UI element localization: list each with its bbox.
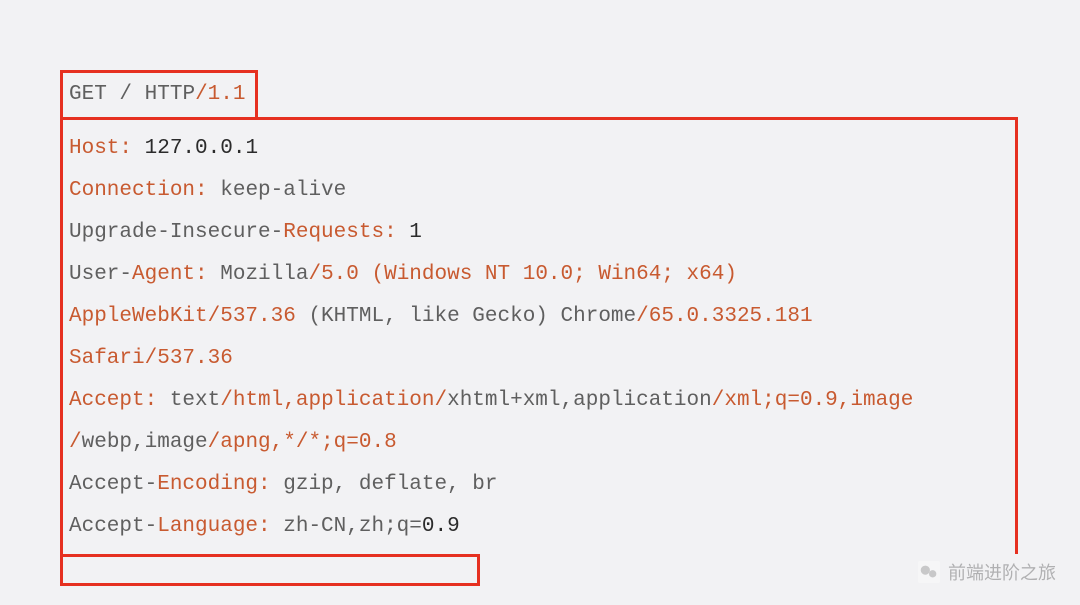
http-request-diagram: GET / HTTP/1.1 Host: 127.0.0.1 Connectio…: [60, 70, 1020, 586]
http-version: 1.1: [208, 83, 246, 106]
header-host: Host: 127.0.0.1: [69, 128, 1009, 170]
header-accept-encoding: Accept-Encoding: gzip, deflate, br: [69, 464, 1009, 506]
header-user-agent-cont: AppleWebKit/537.36 (KHTML, like Gecko) C…: [69, 296, 1009, 338]
bottom-empty-box: [60, 554, 480, 586]
http-method: GET: [69, 83, 107, 106]
http-path: /: [119, 83, 132, 106]
header-connection: Connection: keep-alive: [69, 170, 1009, 212]
header-user-agent-cont2: Safari/537.36: [69, 338, 1009, 380]
header-upgrade-insecure-requests: Upgrade-Insecure-Requests: 1: [69, 212, 1009, 254]
header-accept: Accept: text/html,application/xhtml+xml,…: [69, 380, 1009, 422]
header-accept-cont: /webp,image/apng,*/*;q=0.8: [69, 422, 1009, 464]
wechat-icon: [918, 561, 940, 583]
watermark: 前端进阶之旅: [918, 559, 1056, 585]
http-protocol: HTTP: [145, 83, 195, 106]
watermark-text: 前端进阶之旅: [948, 559, 1056, 585]
request-line-box: GET / HTTP/1.1: [60, 70, 258, 117]
header-user-agent: User-Agent: Mozilla/5.0 (Windows NT 10.0…: [69, 254, 1009, 296]
headers-box: Host: 127.0.0.1 Connection: keep-alive U…: [60, 117, 1018, 554]
header-accept-language: Accept-Language: zh-CN,zh;q=0.9: [69, 506, 1009, 548]
